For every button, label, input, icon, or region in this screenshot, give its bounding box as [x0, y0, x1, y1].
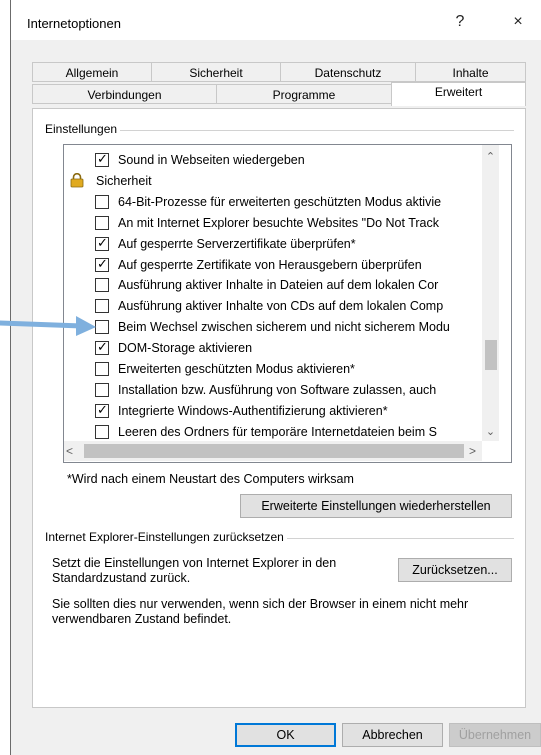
checkbox-checked[interactable]: ✓: [95, 235, 109, 251]
apply-button[interactable]: Übernehmen: [449, 723, 541, 747]
settings-item-label: Leeren des Ordners für temporäre Interne…: [118, 425, 437, 439]
settings-item-label: Auf gesperrte Serverzertifikate überprüf…: [118, 237, 356, 251]
tab-programme[interactable]: Programme: [216, 84, 392, 104]
settings-item-label: Installation bzw. Ausführung von Softwar…: [118, 383, 437, 397]
ok-button[interactable]: OK: [235, 723, 336, 747]
scroll-down-icon[interactable]: ⌄: [483, 425, 498, 439]
checkbox-unchecked[interactable]: [95, 362, 109, 376]
settings-item-label: Ausführung aktiver Inhalte in Dateien au…: [118, 278, 439, 292]
vertical-scrollbar[interactable]: [482, 145, 499, 441]
settings-item-label: An mit Internet Explorer besuchte Websit…: [118, 216, 440, 230]
settings-item-label: Beim Wechsel zwischen sicherem und nicht…: [118, 320, 450, 334]
check-icon: ✓: [97, 151, 108, 166]
check-icon: ✓: [97, 235, 108, 250]
checkbox-unchecked[interactable]: [95, 278, 109, 292]
window-title: Internetoptionen: [27, 16, 121, 31]
checkbox-checked[interactable]: ✓: [95, 256, 109, 272]
scroll-left-icon[interactable]: <: [66, 443, 80, 459]
scroll-up-icon[interactable]: ⌃: [483, 150, 498, 164]
settings-item-label: 64-Bit-Prozesse für erweiterten geschütz…: [118, 195, 442, 209]
reset-warning: Sie sollten dies nur verwenden, wenn sic…: [52, 597, 469, 626]
cancel-button[interactable]: Abbrechen: [342, 723, 443, 747]
restore-advanced-button[interactable]: Erweiterte Einstellungen wiederherstelle…: [240, 494, 512, 518]
checkbox-unchecked[interactable]: [95, 195, 109, 209]
reset-description: Setzt die Einstellungen von Internet Exp…: [52, 556, 337, 585]
settings-group-label: Einstellungen: [42, 122, 121, 136]
close-button[interactable]: ×: [498, 8, 538, 36]
tab-verbindungen[interactable]: Verbindungen: [32, 84, 217, 104]
lock-icon: [70, 172, 84, 188]
checkbox-checked[interactable]: ✓: [95, 402, 109, 418]
settings-item-label: Sound in Webseiten wiedergeben: [118, 153, 305, 167]
help-button[interactable]: ?: [440, 8, 480, 36]
reset-group-label: Internet Explorer-Einstellungen zurückse…: [42, 530, 287, 544]
tab-erweitert[interactable]: Erweitert: [391, 82, 526, 106]
settings-item-label: Ausführung aktiver Inhalte von CDs auf d…: [118, 299, 444, 313]
reset-button[interactable]: Zurücksetzen...: [398, 558, 512, 582]
scroll-right-icon[interactable]: >: [469, 443, 481, 459]
checkbox-unchecked[interactable]: [95, 216, 109, 230]
check-icon: ✓: [97, 256, 108, 271]
checkbox-unchecked[interactable]: [95, 425, 109, 439]
settings-item-label: Auf gesperrte Zertifikate von Herausgebe…: [118, 258, 422, 272]
tab-allgemein[interactable]: Allgemein: [32, 62, 152, 82]
check-icon: ✓: [97, 402, 108, 417]
annotation-arrow-icon: [0, 316, 96, 336]
horizontal-scroll-thumb[interactable]: [84, 444, 464, 458]
settings-item-label: DOM-Storage aktivieren: [118, 341, 253, 355]
checkbox-unchecked[interactable]: [95, 383, 109, 397]
category-label: Sicherheit: [96, 174, 152, 188]
tab-datenschutz[interactable]: Datenschutz: [280, 62, 416, 82]
settings-item-label: Erweiterten geschützten Modus aktivieren…: [118, 362, 355, 376]
checkbox-checked[interactable]: ✓: [95, 151, 109, 167]
settings-item-label: Integrierte Windows-Authentifizierung ak…: [118, 404, 388, 418]
vertical-scroll-thumb[interactable]: [485, 340, 497, 370]
tab-sicherheit[interactable]: Sicherheit: [151, 62, 281, 82]
restart-note: *Wird nach einem Neustart des Computers …: [67, 472, 354, 486]
tab-inhalte[interactable]: Inhalte: [415, 62, 526, 82]
